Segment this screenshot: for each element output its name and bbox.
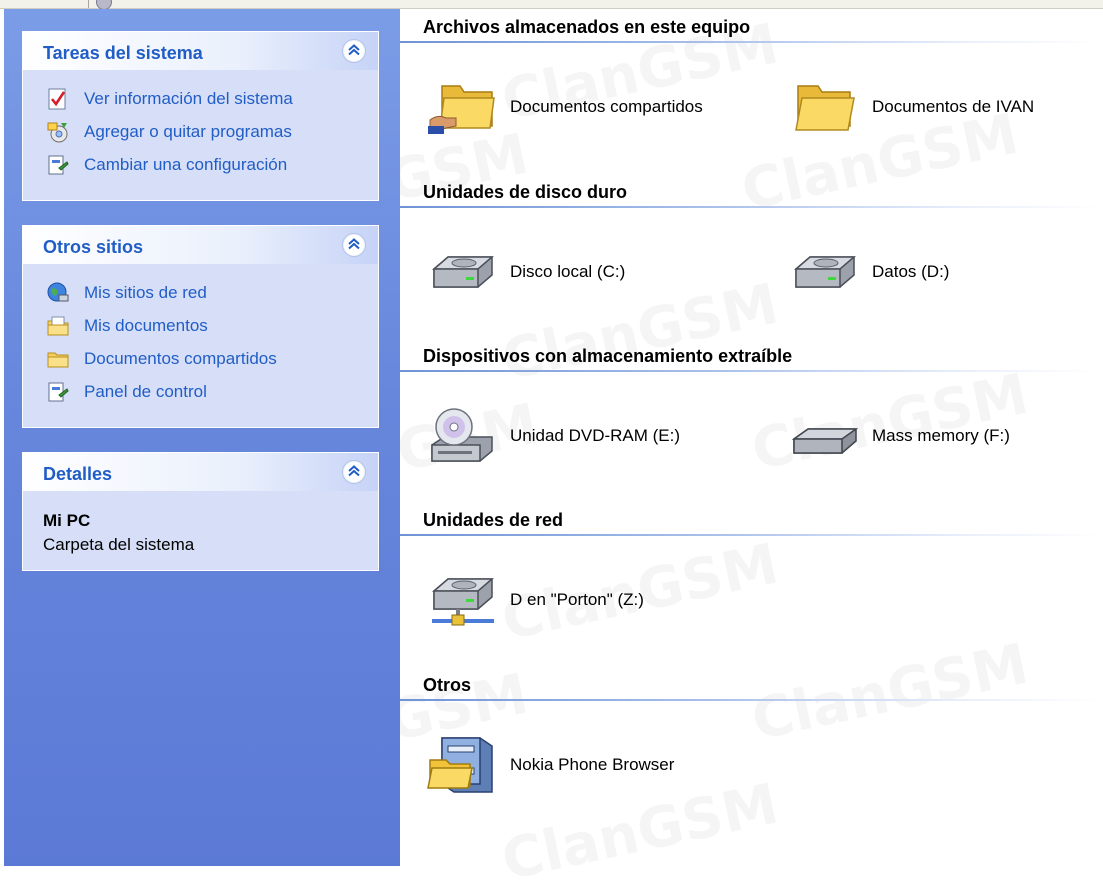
task-label: Cambiar una configuración: [84, 154, 288, 174]
shared-folder-icon: [47, 352, 69, 367]
my-documents-icon: [47, 316, 69, 335]
item-label: Disco local (C:): [510, 262, 626, 281]
folder-icon: [795, 85, 855, 131]
control-panel-icon: [48, 155, 69, 174]
task-label: Ver información del sistema: [84, 88, 293, 108]
item-ivan-documents[interactable]: Documentos de IVAN: [788, 76, 1034, 138]
group-rule: [400, 370, 1100, 372]
dvd-drive-icon: [431, 408, 493, 462]
item-mass-memory[interactable]: Mass memory (F:): [788, 405, 1010, 467]
details-panel: Detalles Mi PC Carpeta del sistema: [22, 452, 379, 571]
item-label: D en "Porton" (Z:): [510, 590, 644, 609]
system-tasks-title: Tareas del sistema: [43, 43, 203, 63]
group-rule: [400, 206, 1100, 208]
toolbar-divider: [88, 0, 89, 8]
network-drive-icon: [431, 578, 495, 626]
control-panel-icon: [48, 382, 69, 401]
group-rule: [400, 41, 1100, 43]
collapse-system-tasks-button[interactable]: [342, 39, 366, 63]
task-change-setting[interactable]: Cambiar una configuración: [23, 148, 378, 181]
network-places-icon: [47, 282, 69, 301]
place-label: Mis sitios de red: [84, 282, 207, 302]
place-control-panel[interactable]: Panel de control: [23, 375, 378, 408]
details-title: Detalles: [43, 464, 113, 484]
place-label: Panel de control: [84, 381, 207, 401]
group-rule: [400, 534, 1100, 536]
nokia-browser-icon: [427, 737, 493, 793]
hard-drive-icon: [793, 256, 857, 288]
system-tasks-header[interactable]: Tareas del sistema: [23, 32, 378, 70]
task-view-system-info[interactable]: Ver información del sistema: [23, 82, 378, 115]
content-area: Archivos almacenados en este equipo Docu…: [400, 9, 1103, 866]
place-my-documents[interactable]: Mis documentos: [23, 309, 378, 342]
details-item-description: Carpeta del sistema: [43, 535, 195, 554]
group-rule: [400, 699, 1100, 701]
place-label: Mis documentos: [84, 315, 208, 335]
item-shared-documents[interactable]: Documentos compartidos: [426, 76, 703, 138]
system-tasks-panel: Tareas del sistema Ver información del s…: [22, 31, 379, 201]
details-item-name: Mi PC: [43, 511, 91, 530]
task-label: Agregar o quitar programas: [84, 121, 292, 141]
hard-drive-icon: [431, 256, 495, 288]
removable-drive-icon: [791, 428, 859, 454]
collapse-other-places-button[interactable]: [342, 233, 366, 257]
group-title-removable: Dispositivos con almacenamiento extraíbl…: [423, 346, 793, 366]
toolbar-strip: [0, 0, 1103, 10]
shared-folder-icon: [428, 85, 495, 134]
place-shared-documents[interactable]: Documentos compartidos: [23, 342, 378, 375]
item-nokia-phone-browser[interactable]: Nokia Phone Browser: [426, 734, 674, 796]
item-label: Mass memory (F:): [872, 426, 1010, 445]
item-drive-c[interactable]: Disco local (C:): [426, 241, 625, 303]
item-network-drive-z[interactable]: D en "Porton" (Z:): [426, 569, 644, 631]
system-info-icon: [48, 88, 66, 109]
item-drive-d[interactable]: Datos (D:): [788, 241, 949, 303]
item-label: Nokia Phone Browser: [510, 755, 675, 774]
group-title-hard-drives: Unidades de disco duro: [423, 182, 628, 202]
place-label: Documentos compartidos: [84, 348, 277, 368]
chevron-up-icon: [348, 465, 360, 477]
chevron-up-icon: [348, 44, 360, 56]
group-title-stored-files: Archivos almacenados en este equipo: [423, 17, 751, 37]
other-places-title: Otros sitios: [43, 237, 144, 257]
place-network-places[interactable]: Mis sitios de red: [23, 276, 378, 309]
item-label: Unidad DVD-RAM (E:): [510, 426, 681, 445]
details-header[interactable]: Detalles: [23, 453, 378, 491]
item-dvd-drive[interactable]: Unidad DVD-RAM (E:): [426, 405, 680, 467]
collapse-details-button[interactable]: [342, 460, 366, 484]
item-label: Datos (D:): [872, 262, 950, 281]
other-places-header[interactable]: Otros sitios: [23, 226, 378, 264]
item-label: Documentos de IVAN: [872, 97, 1035, 116]
chevron-up-icon: [348, 238, 360, 250]
item-label: Documentos compartidos: [510, 97, 703, 116]
task-pane: Tareas del sistema Ver información del s…: [4, 9, 400, 866]
add-remove-programs-icon: [47, 122, 68, 142]
group-title-network-drives: Unidades de red: [423, 510, 564, 530]
group-title-others: Otros: [423, 675, 472, 695]
task-add-remove-programs[interactable]: Agregar o quitar programas: [23, 115, 378, 148]
other-places-panel: Otros sitios Mis sitios de red Mis docum…: [22, 225, 379, 428]
